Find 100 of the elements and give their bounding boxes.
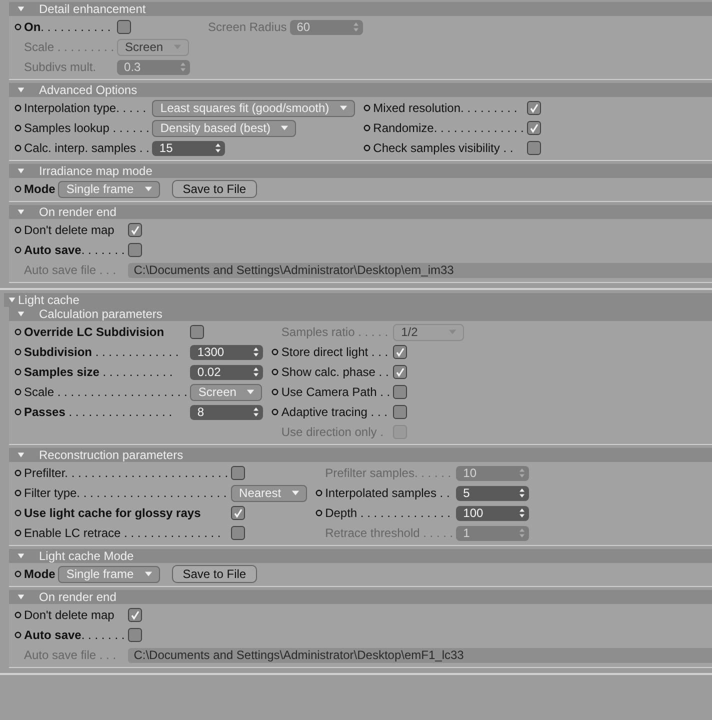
animation-dot-icon[interactable] xyxy=(14,570,22,578)
number-field[interactable]: 15 xyxy=(152,140,226,156)
number-field[interactable]: 100 xyxy=(456,506,530,520)
checkbox[interactable] xyxy=(128,608,142,622)
save-button[interactable]: Save to File xyxy=(172,565,258,583)
animation-dot-icon[interactable] xyxy=(14,348,22,356)
field-label: Don't delete map xyxy=(24,223,114,237)
field-label: Interpolated samples . . xyxy=(325,486,450,500)
dropdown[interactable]: Screen xyxy=(190,384,262,400)
checkbox[interactable] xyxy=(393,405,408,419)
animation-dot-icon[interactable] xyxy=(14,144,22,152)
animation-dot-icon[interactable] xyxy=(14,408,22,416)
field-label: Use direction only . xyxy=(281,425,384,439)
field-label: On. . . . . . . . . . . xyxy=(24,20,111,34)
animation-dot-icon[interactable] xyxy=(315,509,324,517)
section-header[interactable]: Reconstruction parameters xyxy=(9,448,712,462)
field-label: Passes . . . . . . . . . . . . . . . . xyxy=(24,405,172,419)
section-header[interactable]: On render end xyxy=(9,205,712,219)
caret-icon xyxy=(144,186,153,192)
checkbox[interactable] xyxy=(393,385,408,399)
field-label: Adaptive tracing . . . xyxy=(281,405,388,419)
animation-dot-icon[interactable] xyxy=(14,529,22,537)
checkbox[interactable] xyxy=(393,345,408,359)
checkbox[interactable] xyxy=(231,466,246,480)
section-header[interactable]: Advanced Options xyxy=(9,83,712,97)
disclosure-triangle-icon xyxy=(17,5,25,13)
field-label: Calc. interp. samples . . xyxy=(24,141,150,155)
animation-dot-icon[interactable] xyxy=(14,611,22,619)
animation-dot-icon[interactable] xyxy=(14,104,22,112)
dropdown[interactable]: Least squares fit (good/smooth) xyxy=(152,100,356,116)
dropdown[interactable]: Density based (best) xyxy=(152,120,296,136)
spinner-icon xyxy=(215,143,222,153)
disclosure-triangle-icon xyxy=(17,593,25,601)
checkbox[interactable] xyxy=(526,101,541,115)
disclosure-triangle-icon xyxy=(17,208,25,216)
number-field[interactable]: 8 xyxy=(190,404,264,420)
field-label: Enable LC retrace . . . . . . . . . . . . . . . xyxy=(24,526,221,540)
animation-dot-icon[interactable] xyxy=(14,489,22,497)
field-label: Randomize. . . . . . . . . . . . . . xyxy=(373,121,524,135)
animation-dot-icon[interactable] xyxy=(14,124,22,132)
animation-dot-icon[interactable] xyxy=(271,348,280,356)
animation-dot-icon[interactable] xyxy=(14,246,22,254)
dropdown[interactable]: Single frame xyxy=(58,566,160,582)
field-label: Check samples visibility . . xyxy=(373,141,514,155)
field-label: Retrace threshold . . . . . xyxy=(325,526,454,540)
checkbox[interactable] xyxy=(128,243,142,257)
field-label: Mode xyxy=(24,182,56,196)
field-label: Scale . . . . . . . . . . . . . . . . . . . . xyxy=(24,385,188,399)
checkbox[interactable] xyxy=(190,325,204,339)
animation-dot-icon[interactable] xyxy=(14,185,22,193)
checkbox[interactable] xyxy=(526,121,541,135)
field-label: Prefilter. . . . . . . . . . . . . . . . . . . . . . . . . xyxy=(24,466,228,480)
animation-dot-icon[interactable] xyxy=(363,144,372,152)
section-header[interactable]: Calculation parameters xyxy=(9,307,712,321)
section-header[interactable]: Light cache Mode xyxy=(9,549,712,563)
animation-dot-icon[interactable] xyxy=(14,368,22,376)
number-field[interactable]: 5 xyxy=(456,486,530,500)
field-label: Auto save file . . . xyxy=(24,263,116,277)
section-header[interactable]: Detail enhancement xyxy=(9,2,712,16)
disclosure-triangle-icon xyxy=(17,451,25,459)
checkbox[interactable] xyxy=(117,20,132,34)
field-label: Mode xyxy=(24,567,56,581)
animation-dot-icon[interactable] xyxy=(271,408,280,416)
caret-icon xyxy=(280,125,290,131)
animation-dot-icon[interactable] xyxy=(14,509,22,517)
animation-dot-icon[interactable] xyxy=(14,631,22,639)
animation-dot-icon[interactable] xyxy=(14,23,22,31)
animation-dot-icon[interactable] xyxy=(363,104,372,112)
section-header[interactable]: On render end xyxy=(9,590,712,604)
group-header[interactable]: Light cache xyxy=(4,293,712,307)
spinner-icon xyxy=(519,468,526,478)
field-label: Use Camera Path . . xyxy=(281,385,390,399)
animation-dot-icon[interactable] xyxy=(14,328,22,336)
field-label: Auto save. . . . . . . xyxy=(24,243,125,257)
field-label: Store direct light . . . xyxy=(281,345,388,359)
field-label: Override LC Subdivision xyxy=(24,325,164,339)
dropdown[interactable]: Single frame xyxy=(58,180,160,198)
save-button[interactable]: Save to File xyxy=(172,180,258,198)
animation-dot-icon[interactable] xyxy=(14,469,22,477)
checkbox[interactable] xyxy=(231,526,246,540)
checkbox[interactable] xyxy=(128,223,142,237)
animation-dot-icon[interactable] xyxy=(14,226,22,234)
number-field[interactable]: 0.02 xyxy=(190,364,264,380)
animation-dot-icon[interactable] xyxy=(271,368,280,376)
number-field[interactable]: 1300 xyxy=(190,344,264,360)
field-label: Subdivs mult. xyxy=(24,60,96,74)
dropdown[interactable]: Nearest xyxy=(231,484,308,502)
animation-dot-icon[interactable] xyxy=(363,124,372,132)
field-label: Auto save. . . . . . . xyxy=(24,628,125,642)
animation-dot-icon[interactable] xyxy=(14,388,22,396)
animation-dot-icon[interactable] xyxy=(315,489,324,497)
checkbox[interactable] xyxy=(128,628,142,642)
field-label: Filter type. . . . . . . . . . . . . . . . . . . . . . . xyxy=(24,486,227,500)
checkbox[interactable] xyxy=(231,506,246,520)
caret-icon xyxy=(144,571,153,577)
section-header[interactable]: Irradiance map mode xyxy=(9,164,712,178)
field-label: Subdivision . . . . . . . . . . . . . xyxy=(24,345,179,359)
checkbox[interactable] xyxy=(526,141,541,155)
checkbox[interactable] xyxy=(393,365,408,379)
animation-dot-icon[interactable] xyxy=(271,388,280,396)
